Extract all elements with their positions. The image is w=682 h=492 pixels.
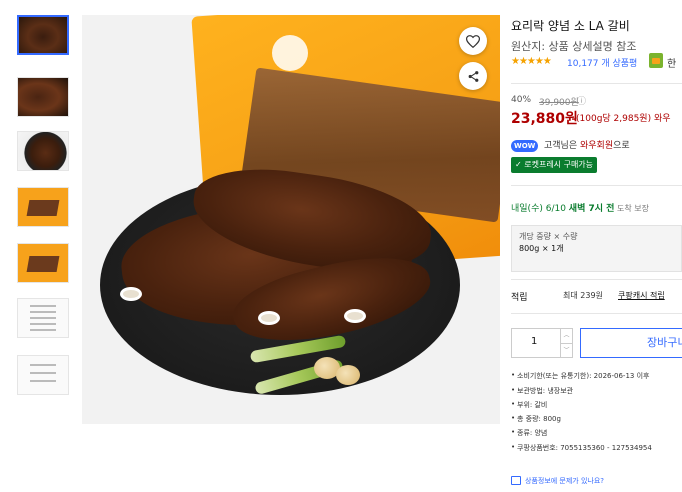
thumbnail-6[interactable] [17,298,69,338]
review-count-link[interactable]: 10,177 개 상품평 [567,56,637,69]
delivery-time: 새벽 7시 전 [568,204,615,214]
delivery-info: 내일(수) 6/10 새벽 7시 전 도착 보장 [511,201,649,214]
delivery-date: 내일(수) 6/10 [511,204,569,214]
badge-text: 한 [667,59,677,70]
heart-icon [466,34,480,48]
rib-bone [120,287,142,301]
product-origin: 원산지: 상품 상세설명 참조 [511,40,637,53]
detail-item: 쿠팡상품번호: 7055135360 - 127534954 [511,443,652,453]
points-amount: 최대 239원 [563,291,603,300]
wow-badge: WOW [511,140,539,152]
report-problem-link[interactable]: 상품정보에 문제가 있나요? [511,476,604,486]
delivery-guarantee: 도착 보장 [614,204,649,213]
share-button[interactable] [459,62,487,90]
add-to-cart-button[interactable]: 장바구니 [580,328,682,358]
thumbnail-1[interactable] [17,15,69,55]
sale-price: 23,880원 [511,111,578,127]
quantity-input[interactable]: 1 [531,336,537,347]
rib-bone [258,311,280,325]
detail-item: 부위: 갈비 [511,400,547,410]
wow-member-link[interactable]: 와우회원 [580,141,613,151]
garlic [336,365,360,385]
discount-rate: 40% [511,95,532,105]
thumbnail-4[interactable] [17,187,69,227]
wishlist-button[interactable] [459,27,487,55]
product-title: 요리락 양념 소 LA 갈비 [511,19,630,33]
detail-item: 종류: 양념 [511,428,547,438]
wow-text-suffix: 으로 [613,141,630,151]
divider [511,313,682,314]
info-icon[interactable]: ⓘ [577,94,586,107]
shopping-bag-icon [649,53,663,68]
wow-text-prefix: 고객님은 [544,141,580,151]
main-product-image[interactable] [82,15,500,424]
thumbnail-3[interactable] [17,131,69,171]
points-label: 적립 [511,293,528,303]
thumbnail-2[interactable] [17,77,69,117]
rib-bone [344,309,366,323]
divider [511,279,682,280]
share-icon [468,70,478,82]
wow-member-text: 고객님은 와우회원으로 [544,138,630,151]
thumbnail-5[interactable] [17,243,69,283]
unit-price: (100g당 2,985원) 와우 [576,114,671,124]
rating-stars: ★★★★★ [511,56,552,67]
rocket-fresh-badge: ✓ 로켓프레시 구매가능 [511,157,598,173]
quantity-up-button[interactable]: ︿ [560,329,572,343]
quantity-down-button[interactable]: ﹀ [560,343,572,357]
option-value: 800g × 1개 [519,244,564,253]
divider [511,185,682,186]
original-price: 39,900원 [539,98,579,108]
brand-logo [272,35,308,71]
thumbnail-7[interactable] [17,355,69,395]
coupang-cash-link[interactable]: 쿠팡캐시 적립 [618,290,665,301]
detail-item: 소비기한(또는 유통기한): 2026-06-13 이후 [511,371,649,381]
option-label: 개당 중량 × 수량 [519,232,578,241]
detail-item: 총 중량: 800g [511,414,561,424]
divider [511,83,682,84]
detail-item: 보관방법: 냉장보관 [511,386,573,396]
